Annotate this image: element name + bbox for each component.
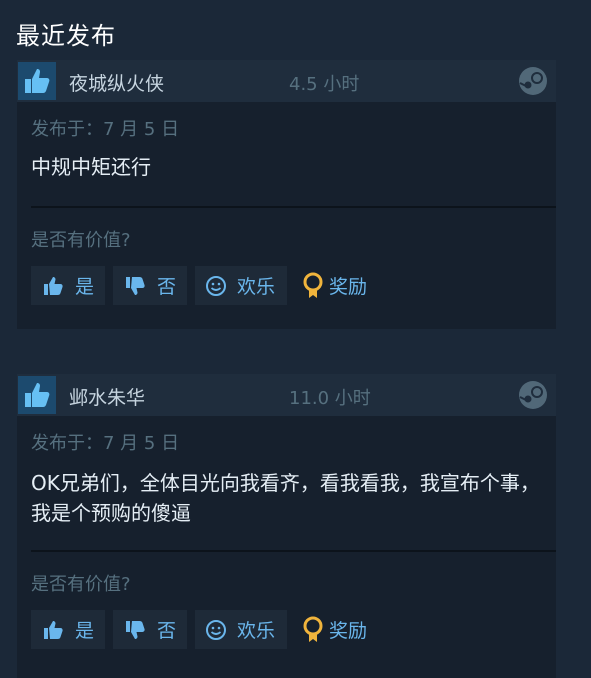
smiley-icon: [201, 618, 231, 642]
vote-funny-button[interactable]: 欢乐: [195, 266, 287, 305]
review-posted-date: 发布于：7 月 5 日: [31, 433, 180, 454]
helpful-question: 是否有价值?: [31, 574, 131, 595]
vote-no-label: 否: [157, 276, 177, 298]
vote-funny-button[interactable]: 欢乐: [195, 610, 287, 649]
award-button[interactable]: 奖励: [299, 266, 391, 305]
vote-yes-label: 是: [75, 276, 95, 298]
review-divider: [31, 206, 556, 208]
award-label: 奖励: [329, 620, 368, 642]
section-title: 最近发布: [16, 22, 116, 50]
smiley-icon: [201, 274, 231, 298]
vote-no-button[interactable]: 否: [113, 610, 187, 649]
review-hours: 4.5 小时: [289, 74, 360, 95]
review-author[interactable]: 邺水朱华: [69, 383, 145, 410]
review-card: 邺水朱华 11.0 小时 发布于：7 月 5 日 OK兄弟们，全体目光向我看齐，…: [17, 374, 556, 678]
review-header: 邺水朱华 11.0 小时: [17, 374, 556, 416]
thumbs-down-icon: [121, 618, 151, 642]
award-icon: [301, 616, 325, 644]
vote-yes-label: 是: [75, 620, 95, 642]
award-label: 奖励: [329, 276, 368, 298]
review-content: OK兄弟们，全体目光向我看齐，看我看我，我宣布个事，我是个预购的傻逼: [31, 471, 540, 525]
review-header: 夜城纵火侠 4.5 小时: [17, 60, 556, 102]
review-author[interactable]: 夜城纵火侠: [69, 69, 164, 96]
helpful-question: 是否有价值?: [31, 230, 131, 251]
thumbs-up-icon: [39, 618, 69, 642]
vote-no-label: 否: [157, 620, 177, 642]
award-icon: [301, 272, 325, 300]
review-content: 中规中矩还行: [31, 155, 151, 179]
vote-yes-button[interactable]: 是: [31, 266, 105, 305]
steam-logo-icon: [519, 381, 547, 409]
review-divider: [31, 550, 556, 552]
recommended-thumbs-up-icon: [18, 62, 56, 100]
vote-yes-button[interactable]: 是: [31, 610, 105, 649]
thumbs-down-icon: [121, 274, 151, 298]
steam-logo-icon: [519, 67, 547, 95]
thumbs-up-icon: [39, 274, 69, 298]
review-card: 夜城纵火侠 4.5 小时 发布于：7 月 5 日 中规中矩还行 是否有价值? 是…: [17, 60, 556, 329]
vote-funny-label: 欢乐: [237, 620, 276, 642]
recommended-thumbs-up-icon: [18, 376, 56, 414]
vote-no-button[interactable]: 否: [113, 266, 187, 305]
review-hours: 11.0 小时: [289, 388, 371, 409]
review-posted-date: 发布于：7 月 5 日: [31, 119, 180, 140]
award-button[interactable]: 奖励: [299, 610, 391, 649]
vote-funny-label: 欢乐: [237, 276, 276, 298]
